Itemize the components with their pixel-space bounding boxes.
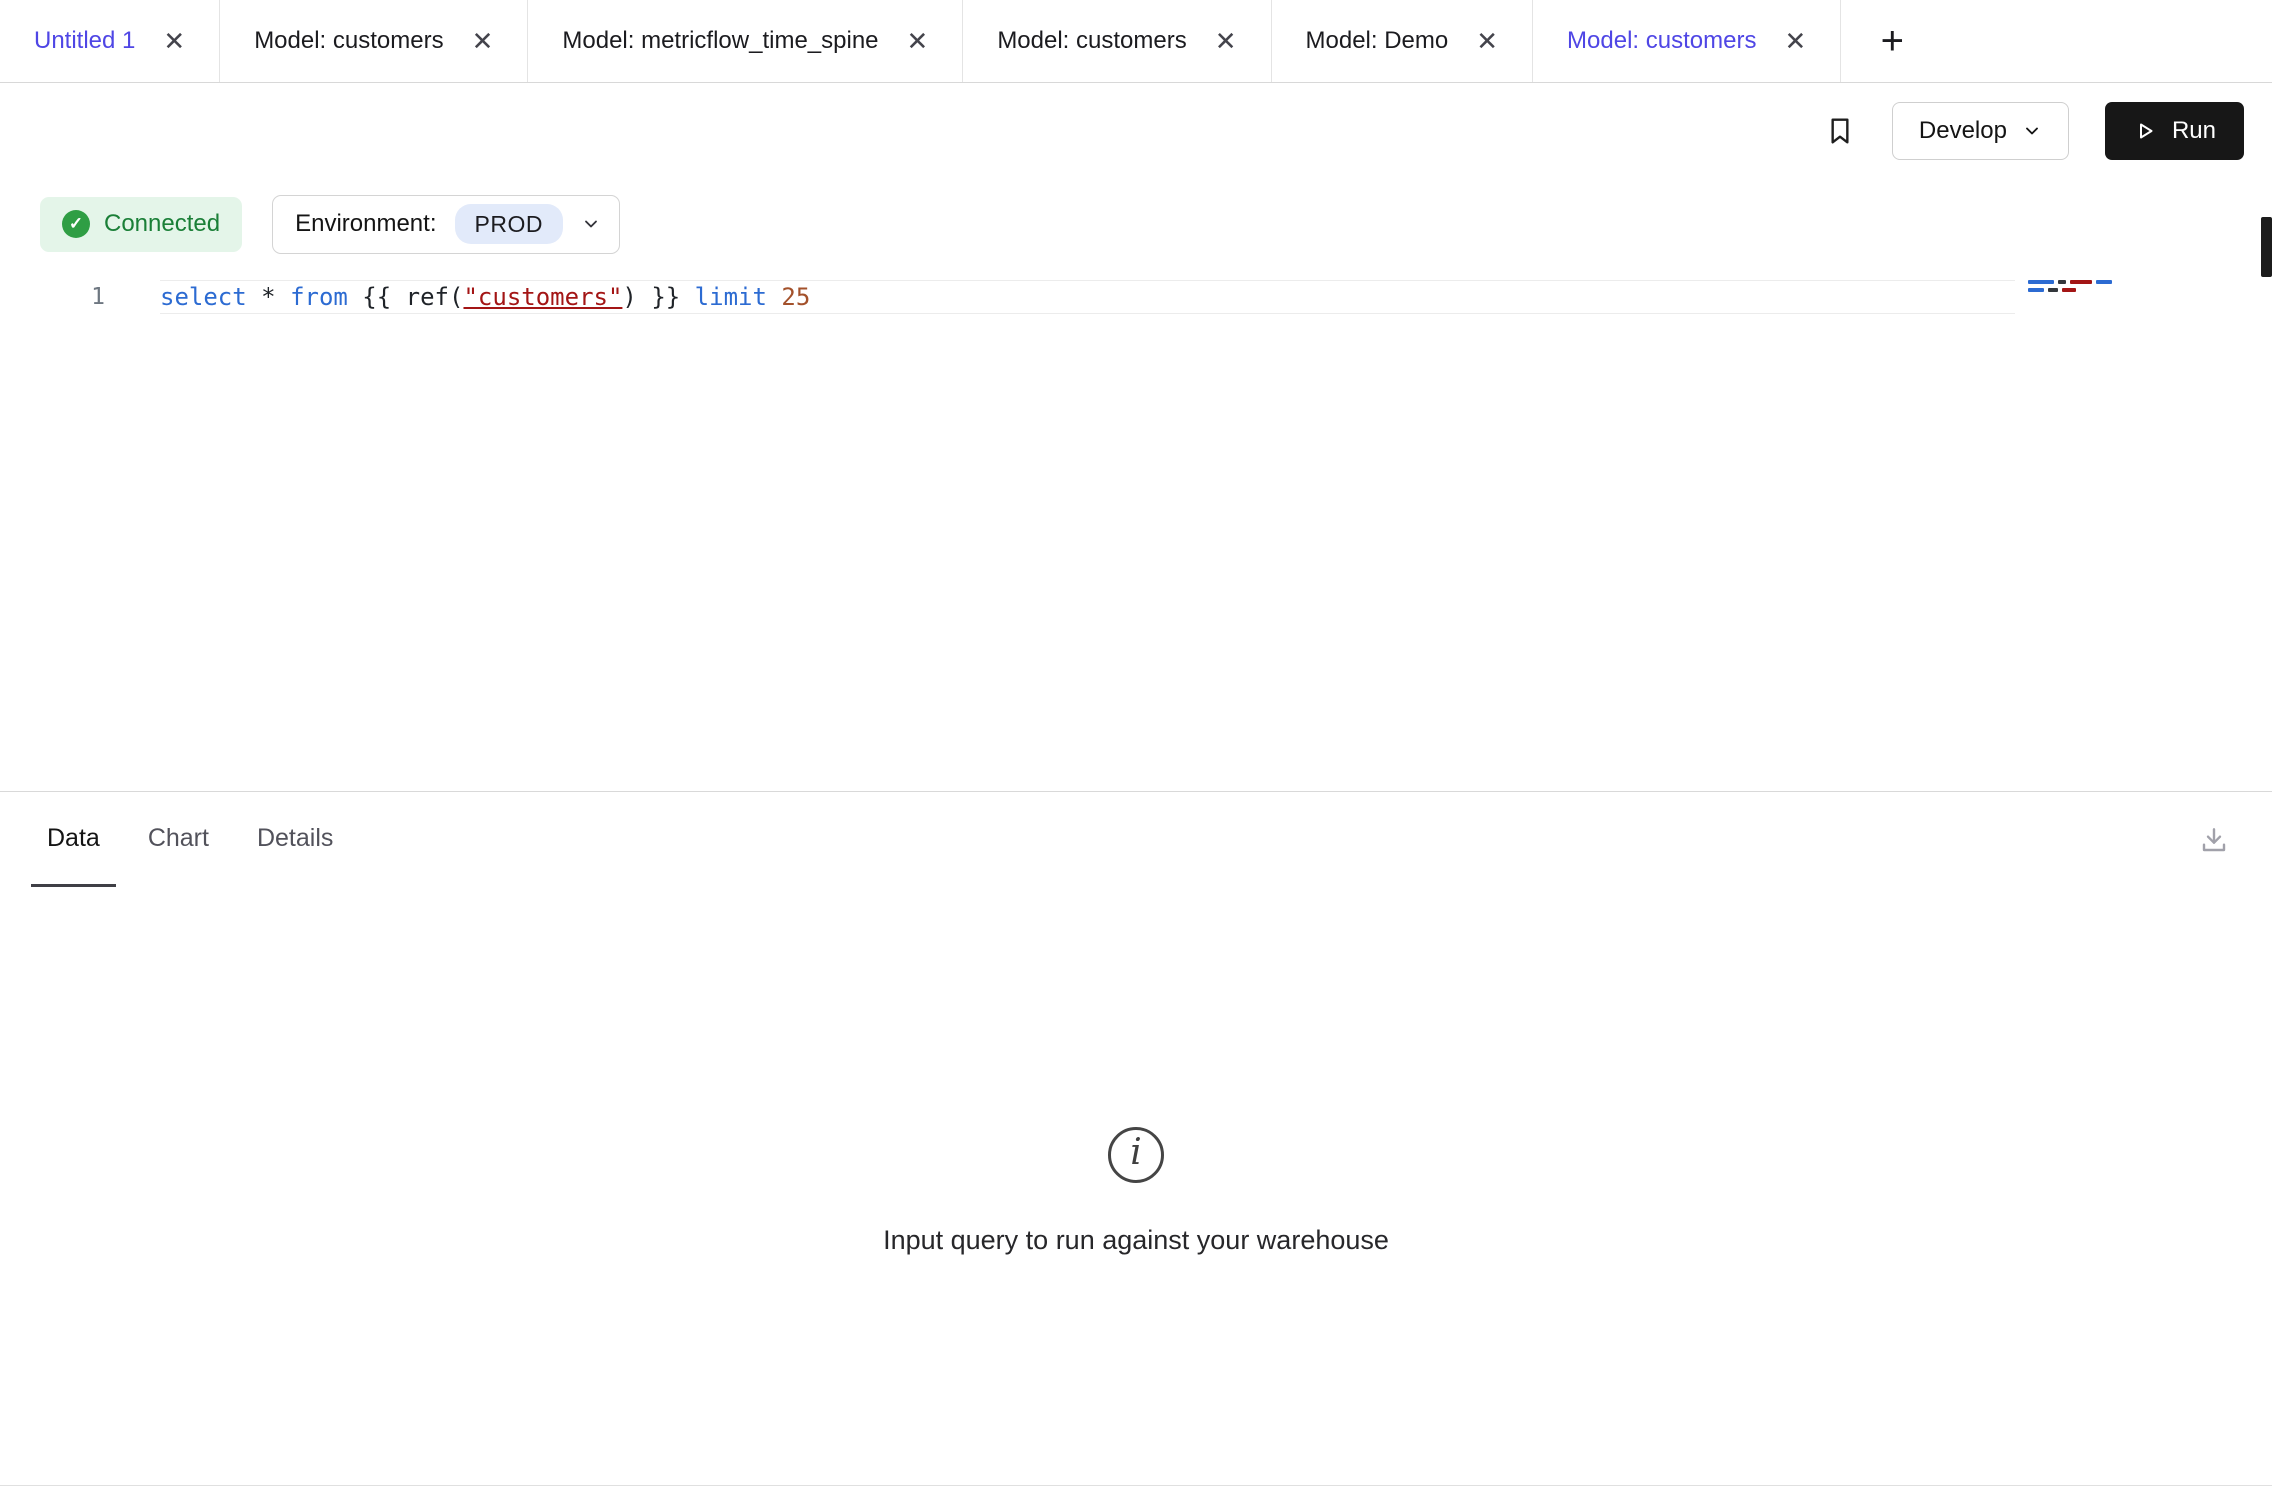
chevron-down-icon (2022, 121, 2042, 141)
code-token-keyword: select (160, 283, 247, 311)
tab-data[interactable]: Data (31, 792, 116, 887)
play-icon (2133, 119, 2157, 143)
tab-label: Untitled 1 (34, 27, 135, 55)
code-token-number: 25 (781, 283, 810, 311)
info-icon: i (1108, 1127, 1164, 1183)
close-tab-icon[interactable]: ✕ (1476, 28, 1498, 54)
tab-label: Model: metricflow_time_spine (562, 27, 878, 55)
download-icon[interactable] (2198, 824, 2230, 856)
minimap-line (2028, 280, 2120, 284)
run-button[interactable]: Run (2105, 102, 2244, 160)
connection-status-badge: ✓ Connected (40, 197, 242, 252)
toolbar: Develop Run (0, 83, 2272, 178)
tab-details[interactable]: Details (241, 792, 349, 887)
run-button-label: Run (2172, 117, 2216, 145)
tab-model-customers[interactable]: Model: customers ✕ (220, 0, 528, 82)
tab-model-metricflow-time-spine[interactable]: Model: metricflow_time_spine ✕ (528, 0, 963, 82)
tab-label: Model: customers (1567, 27, 1756, 55)
new-tab-button[interactable]: + (1853, 0, 1931, 82)
code-line-row: 1 select * from {{ ref("customers") }} l… (0, 280, 2272, 314)
environment-label: Environment: (295, 210, 436, 238)
tab-label: Model: customers (254, 27, 443, 55)
tab-label: Model: customers (997, 27, 1186, 55)
code-token-keyword: from (290, 283, 348, 311)
close-tab-icon[interactable]: ✕ (163, 28, 185, 54)
tab-chart[interactable]: Chart (132, 792, 225, 887)
tab-model-customers-2[interactable]: Model: customers ✕ (963, 0, 1271, 82)
code-line[interactable]: select * from {{ ref("customers") }} lim… (160, 283, 810, 311)
editor-tab-bar: Untitled 1 ✕ Model: customers ✕ Model: m… (0, 0, 2272, 83)
code-token-ref: ref (406, 283, 449, 311)
connection-status-label: Connected (104, 210, 220, 238)
bookmark-icon[interactable] (1824, 114, 1856, 148)
close-tab-icon[interactable]: ✕ (907, 28, 929, 54)
dbt-ide-window: Untitled 1 ✕ Model: customers ✕ Model: m… (0, 0, 2272, 1486)
tab-label: Model: Demo (1306, 27, 1449, 55)
results-panel: Data Chart Details i Input query to run … (0, 791, 2272, 1486)
develop-button[interactable]: Develop (1892, 102, 2069, 160)
close-tab-icon[interactable]: ✕ (472, 28, 494, 54)
code-token-string-link[interactable]: "customers" (463, 283, 622, 311)
check-circle-icon: ✓ (62, 210, 90, 238)
tab-untitled-1[interactable]: Untitled 1 ✕ (0, 0, 220, 82)
results-tab-bar: Data Chart Details (0, 792, 2272, 887)
line-number: 1 (0, 280, 105, 314)
code-token-keyword: limit (695, 283, 767, 311)
environment-value-badge: PROD (455, 204, 563, 244)
editor-minimap[interactable] (2028, 280, 2120, 296)
status-row: ✓ Connected Environment: PROD (0, 178, 2272, 270)
empty-results-state: i Input query to run against your wareho… (0, 887, 2272, 1256)
minimap-line (2028, 288, 2120, 292)
environment-selector[interactable]: Environment: PROD (272, 195, 620, 254)
close-tab-icon[interactable]: ✕ (1215, 28, 1237, 54)
close-tab-icon[interactable]: ✕ (1784, 28, 1806, 54)
tab-model-demo[interactable]: Model: Demo ✕ (1272, 0, 1534, 82)
sql-editor[interactable]: 1 select * from {{ ref("customers") }} l… (0, 280, 2272, 791)
chevron-down-icon (581, 214, 601, 234)
scrollbar-thumb[interactable] (2261, 217, 2272, 277)
develop-button-label: Develop (1919, 117, 2007, 145)
tab-model-customers-3[interactable]: Model: customers ✕ (1533, 0, 1841, 82)
code-token-operator: * (261, 283, 275, 311)
active-line-highlight: select * from {{ ref("customers") }} lim… (160, 280, 2015, 314)
empty-state-message: Input query to run against your warehous… (0, 1225, 2272, 1256)
